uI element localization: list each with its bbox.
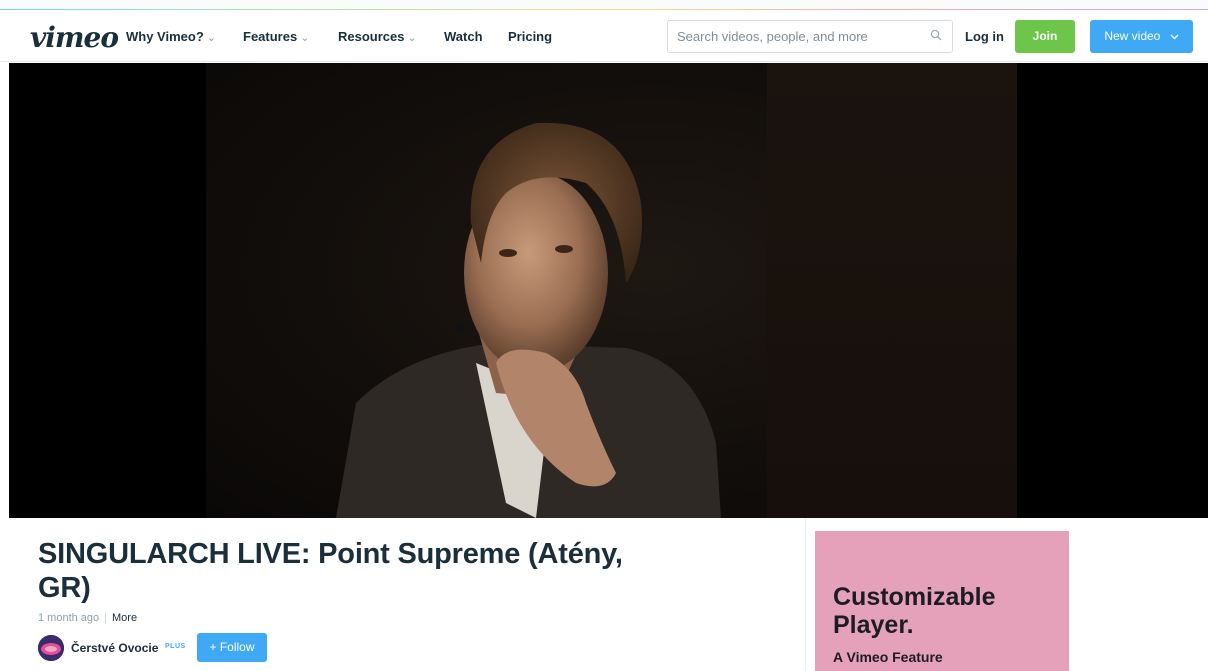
nav-label: Pricing bbox=[508, 29, 553, 44]
avatar[interactable] bbox=[38, 635, 64, 661]
video-frame bbox=[206, 63, 1017, 518]
nav-pricing[interactable]: Pricing bbox=[508, 29, 552, 44]
video-still-image bbox=[336, 122, 721, 518]
nav-resources[interactable]: Resources ⌄ bbox=[338, 29, 417, 44]
nav-label: Resources bbox=[338, 29, 405, 44]
more-link[interactable]: More bbox=[112, 612, 137, 624]
promo-card[interactable]: Customizable Player. A Vimeo Feature bbox=[815, 531, 1069, 671]
video-title: SINGULARCH LIVE: Point Supreme (Atény, G… bbox=[38, 538, 623, 604]
channel-name[interactable]: Čerstvé Ovocie bbox=[71, 641, 158, 655]
channel-logo-icon bbox=[38, 635, 64, 661]
nav-watch[interactable]: Watch bbox=[444, 29, 483, 44]
promo-title: Customizable Player. bbox=[833, 583, 996, 639]
search-box bbox=[667, 20, 953, 53]
plus-badge: PLUS bbox=[165, 643, 186, 650]
new-video-button[interactable]: New video bbox=[1090, 20, 1193, 53]
search-input[interactable] bbox=[668, 21, 918, 52]
chevron-down-icon bbox=[1170, 34, 1179, 40]
nav-label: Watch bbox=[444, 29, 483, 44]
chevron-down-icon: ⌄ bbox=[206, 32, 216, 44]
promo-subtitle: A Vimeo Feature bbox=[833, 649, 943, 665]
login-link[interactable]: Log in bbox=[965, 29, 1004, 44]
nav-label: Why Vimeo? bbox=[126, 29, 204, 44]
nav-label: Features bbox=[243, 29, 298, 44]
nav-why-vimeo[interactable]: Why Vimeo? ⌄ bbox=[126, 29, 216, 44]
upload-age: 1 month ago bbox=[38, 612, 100, 624]
site-header: vimeo Why Vimeo? ⌄ Features ⌄ Resources ⌄ W… bbox=[0, 10, 1208, 62]
vimeo-logo[interactable]: vimeo bbox=[30, 21, 119, 54]
search-icon[interactable] bbox=[930, 29, 942, 41]
join-button[interactable]: Join bbox=[1015, 20, 1075, 53]
nav-features[interactable]: Features ⌄ bbox=[243, 29, 309, 44]
follow-button[interactable]: + Follow bbox=[197, 633, 267, 662]
column-divider bbox=[805, 518, 806, 671]
chevron-down-icon: ⌄ bbox=[300, 32, 310, 44]
meta-separator: | bbox=[104, 612, 108, 624]
top-color-stripe bbox=[0, 0, 1208, 10]
video-meta: 1 month ago | More bbox=[38, 612, 137, 624]
video-player[interactable] bbox=[9, 63, 1208, 518]
chevron-down-icon: ⌄ bbox=[407, 32, 417, 44]
new-video-label: New video bbox=[1104, 29, 1161, 43]
